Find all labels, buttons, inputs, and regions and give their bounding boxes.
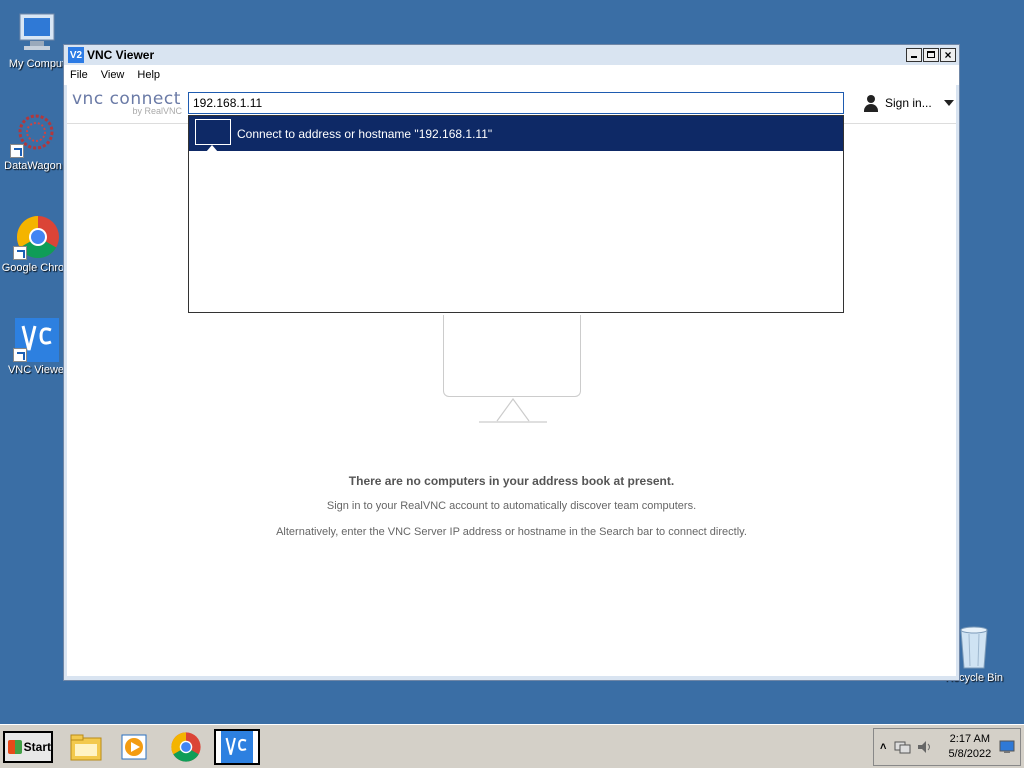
desktop-icon-my-computer[interactable]: My Comput (2, 10, 72, 70)
media-player-icon (121, 734, 147, 760)
desktop-icon-vnc-viewer[interactable]: VNC Viewe (1, 316, 71, 376)
monitor-stand-icon (479, 397, 547, 423)
show-hidden-icons-button[interactable]: ˄ (880, 741, 886, 753)
maximize-button[interactable] (923, 48, 939, 62)
main-content: vnc connect by RealVNC Sign in... Connec… (67, 85, 956, 676)
desktop-icon-label: VNC Viewe (7, 364, 65, 376)
monitor-icon (195, 118, 231, 152)
sign-in-button[interactable]: Sign in... (862, 94, 954, 112)
connect-item-label: Connect to address or hostname "192.168.… (237, 126, 493, 141)
empty-state-heading: There are no computers in your address b… (348, 474, 675, 488)
computer-icon (14, 10, 60, 56)
menu-view[interactable]: View (101, 69, 125, 81)
clock-date: 5/8/2022 (948, 748, 992, 760)
taskbar: Start ˄ 2:17 AM 5/8/2022 (0, 724, 1024, 768)
vnc-app-icon: V2 (68, 47, 84, 63)
search-suggestions-dropdown: Connect to address or hostname "192.168.… (188, 115, 844, 313)
taskbar-vnc-viewer[interactable] (214, 729, 260, 765)
menu-file[interactable]: File (70, 69, 88, 81)
show-desktop-icon[interactable] (999, 740, 1015, 754)
datawagon-icon (10, 112, 56, 158)
desktop-icon-label: Google Chron (1, 262, 71, 274)
empty-state-line2: Alternatively, enter the VNC Server IP a… (276, 526, 747, 538)
window-title: VNC Viewer (87, 48, 155, 62)
vnc-viewer-icon (221, 731, 253, 763)
system-tray: ˄ 2:17 AM 5/8/2022 (873, 728, 1021, 766)
vnc-viewer-window: V2 VNC Viewer × File View Help vnc conne… (63, 44, 960, 681)
windows-logo-icon (8, 740, 22, 754)
network-icon[interactable] (894, 739, 912, 755)
desktop-icon-google-chrome[interactable]: Google Chron (1, 214, 71, 274)
chevron-down-icon[interactable] (943, 100, 954, 106)
start-label: Start (23, 740, 51, 754)
user-icon (862, 94, 880, 112)
menu-bar: File View Help (64, 65, 959, 85)
title-bar[interactable]: V2 VNC Viewer × (64, 45, 959, 65)
taskbar-chrome[interactable] (166, 729, 206, 765)
desktop-icon-label: DataWagon (4, 160, 62, 172)
connect-to-address-item[interactable]: Connect to address or hostname "192.168.… (189, 116, 843, 152)
shortcut-arrow-icon (13, 246, 27, 260)
sign-in-label: Sign in... (885, 96, 932, 110)
desktop-icon-label: My Comput (8, 58, 66, 70)
clock-time: 2:17 AM (949, 733, 991, 745)
empty-monitor-illustration (443, 315, 581, 397)
folder-icon (70, 734, 102, 761)
chrome-icon (13, 214, 59, 260)
taskbar-file-explorer[interactable] (66, 729, 106, 765)
clock[interactable]: 2:17 AM 5/8/2022 (948, 732, 991, 762)
taskbar-media-player[interactable] (114, 729, 154, 765)
vnc-connect-logo: vnc connect by RealVNC (72, 89, 182, 116)
empty-state-line1: Sign in to your RealVNC account to autom… (326, 500, 697, 512)
chrome-icon (171, 732, 201, 762)
start-button[interactable]: Start (3, 731, 53, 763)
volume-icon[interactable] (916, 739, 934, 755)
search-input[interactable] (188, 92, 844, 114)
close-button[interactable]: × (940, 48, 956, 62)
menu-help[interactable]: Help (137, 69, 160, 81)
shortcut-arrow-icon (10, 144, 24, 158)
vnc-viewer-icon (13, 316, 59, 362)
minimize-button[interactable] (906, 48, 922, 62)
shortcut-arrow-icon (13, 348, 27, 362)
desktop-icon-datawagon[interactable]: DataWagon (0, 112, 68, 172)
